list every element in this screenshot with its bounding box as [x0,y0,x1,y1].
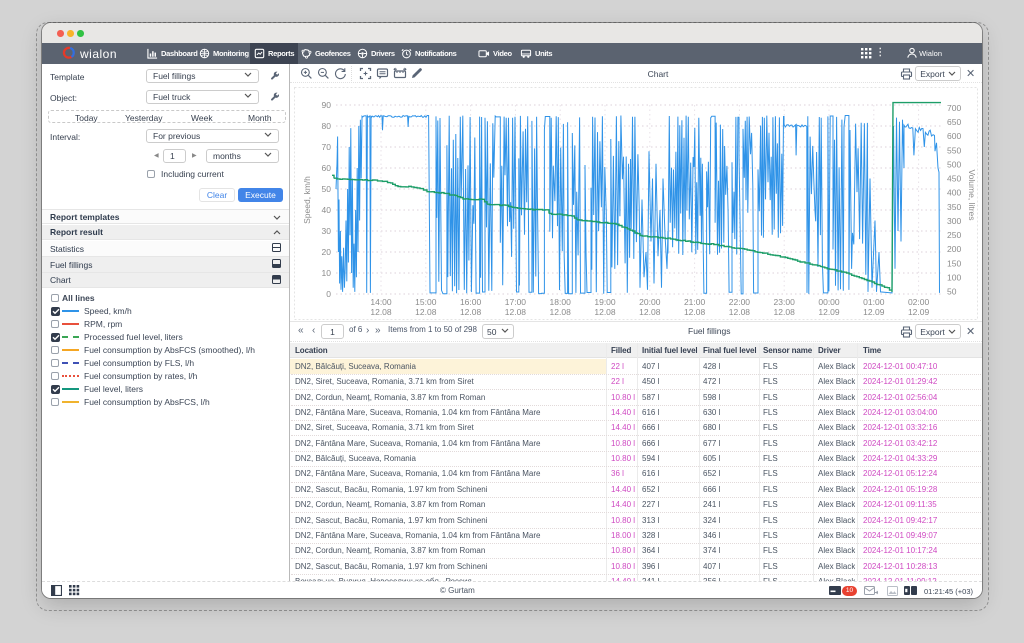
svg-text:90: 90 [322,100,332,110]
svg-text:60: 60 [322,163,332,173]
svg-text:23:00: 23:00 [774,297,796,307]
svg-text:400: 400 [947,188,961,198]
svg-text:14:00: 14:00 [370,297,392,307]
svg-text:12.08: 12.08 [460,307,482,317]
svg-text:12.08: 12.08 [594,307,616,317]
svg-text:12.08: 12.08 [415,307,437,317]
svg-text:50: 50 [322,184,332,194]
svg-text:12.08: 12.08 [729,307,751,317]
svg-text:20: 20 [322,247,332,257]
svg-text:12.08: 12.08 [684,307,706,317]
svg-text:22:00: 22:00 [729,297,751,307]
svg-text:12.08: 12.08 [774,307,796,317]
svg-text:40: 40 [322,205,332,215]
svg-text:550: 550 [947,145,961,155]
svg-text:12.08: 12.08 [505,307,527,317]
svg-text:02:00: 02:00 [908,297,930,307]
svg-text:0: 0 [326,289,331,299]
svg-text:00:00: 00:00 [818,297,840,307]
svg-text:18:00: 18:00 [550,297,572,307]
svg-text:150: 150 [947,258,961,268]
svg-text:50: 50 [947,287,957,297]
svg-text:12.08: 12.08 [370,307,392,317]
svg-text:80: 80 [322,121,332,131]
svg-text:Volume, litres: Volume, litres [967,169,977,220]
svg-text:20:00: 20:00 [639,297,661,307]
svg-text:12.09: 12.09 [863,307,885,317]
svg-text:10: 10 [322,268,332,278]
svg-text:70: 70 [322,142,332,152]
svg-text:12.09: 12.09 [818,307,840,317]
svg-text:17:00: 17:00 [505,297,527,307]
svg-text:Speed, km/h: Speed, km/h [302,176,312,224]
svg-text:450: 450 [947,174,961,184]
svg-text:350: 350 [947,202,961,212]
svg-text:250: 250 [947,230,961,240]
svg-text:01:00: 01:00 [863,297,885,307]
svg-text:15:00: 15:00 [415,297,437,307]
svg-text:21:00: 21:00 [684,297,706,307]
svg-text:500: 500 [947,160,961,170]
svg-text:650: 650 [947,117,961,127]
svg-text:300: 300 [947,216,961,226]
svg-text:19:00: 19:00 [594,297,616,307]
svg-text:16:00: 16:00 [460,297,482,307]
svg-text:12.08: 12.08 [550,307,572,317]
svg-text:600: 600 [947,131,961,141]
svg-text:200: 200 [947,244,961,254]
svg-text:700: 700 [947,103,961,113]
svg-text:30: 30 [322,226,332,236]
svg-text:100: 100 [947,272,961,282]
svg-text:12.08: 12.08 [639,307,661,317]
svg-text:12.09: 12.09 [908,307,930,317]
